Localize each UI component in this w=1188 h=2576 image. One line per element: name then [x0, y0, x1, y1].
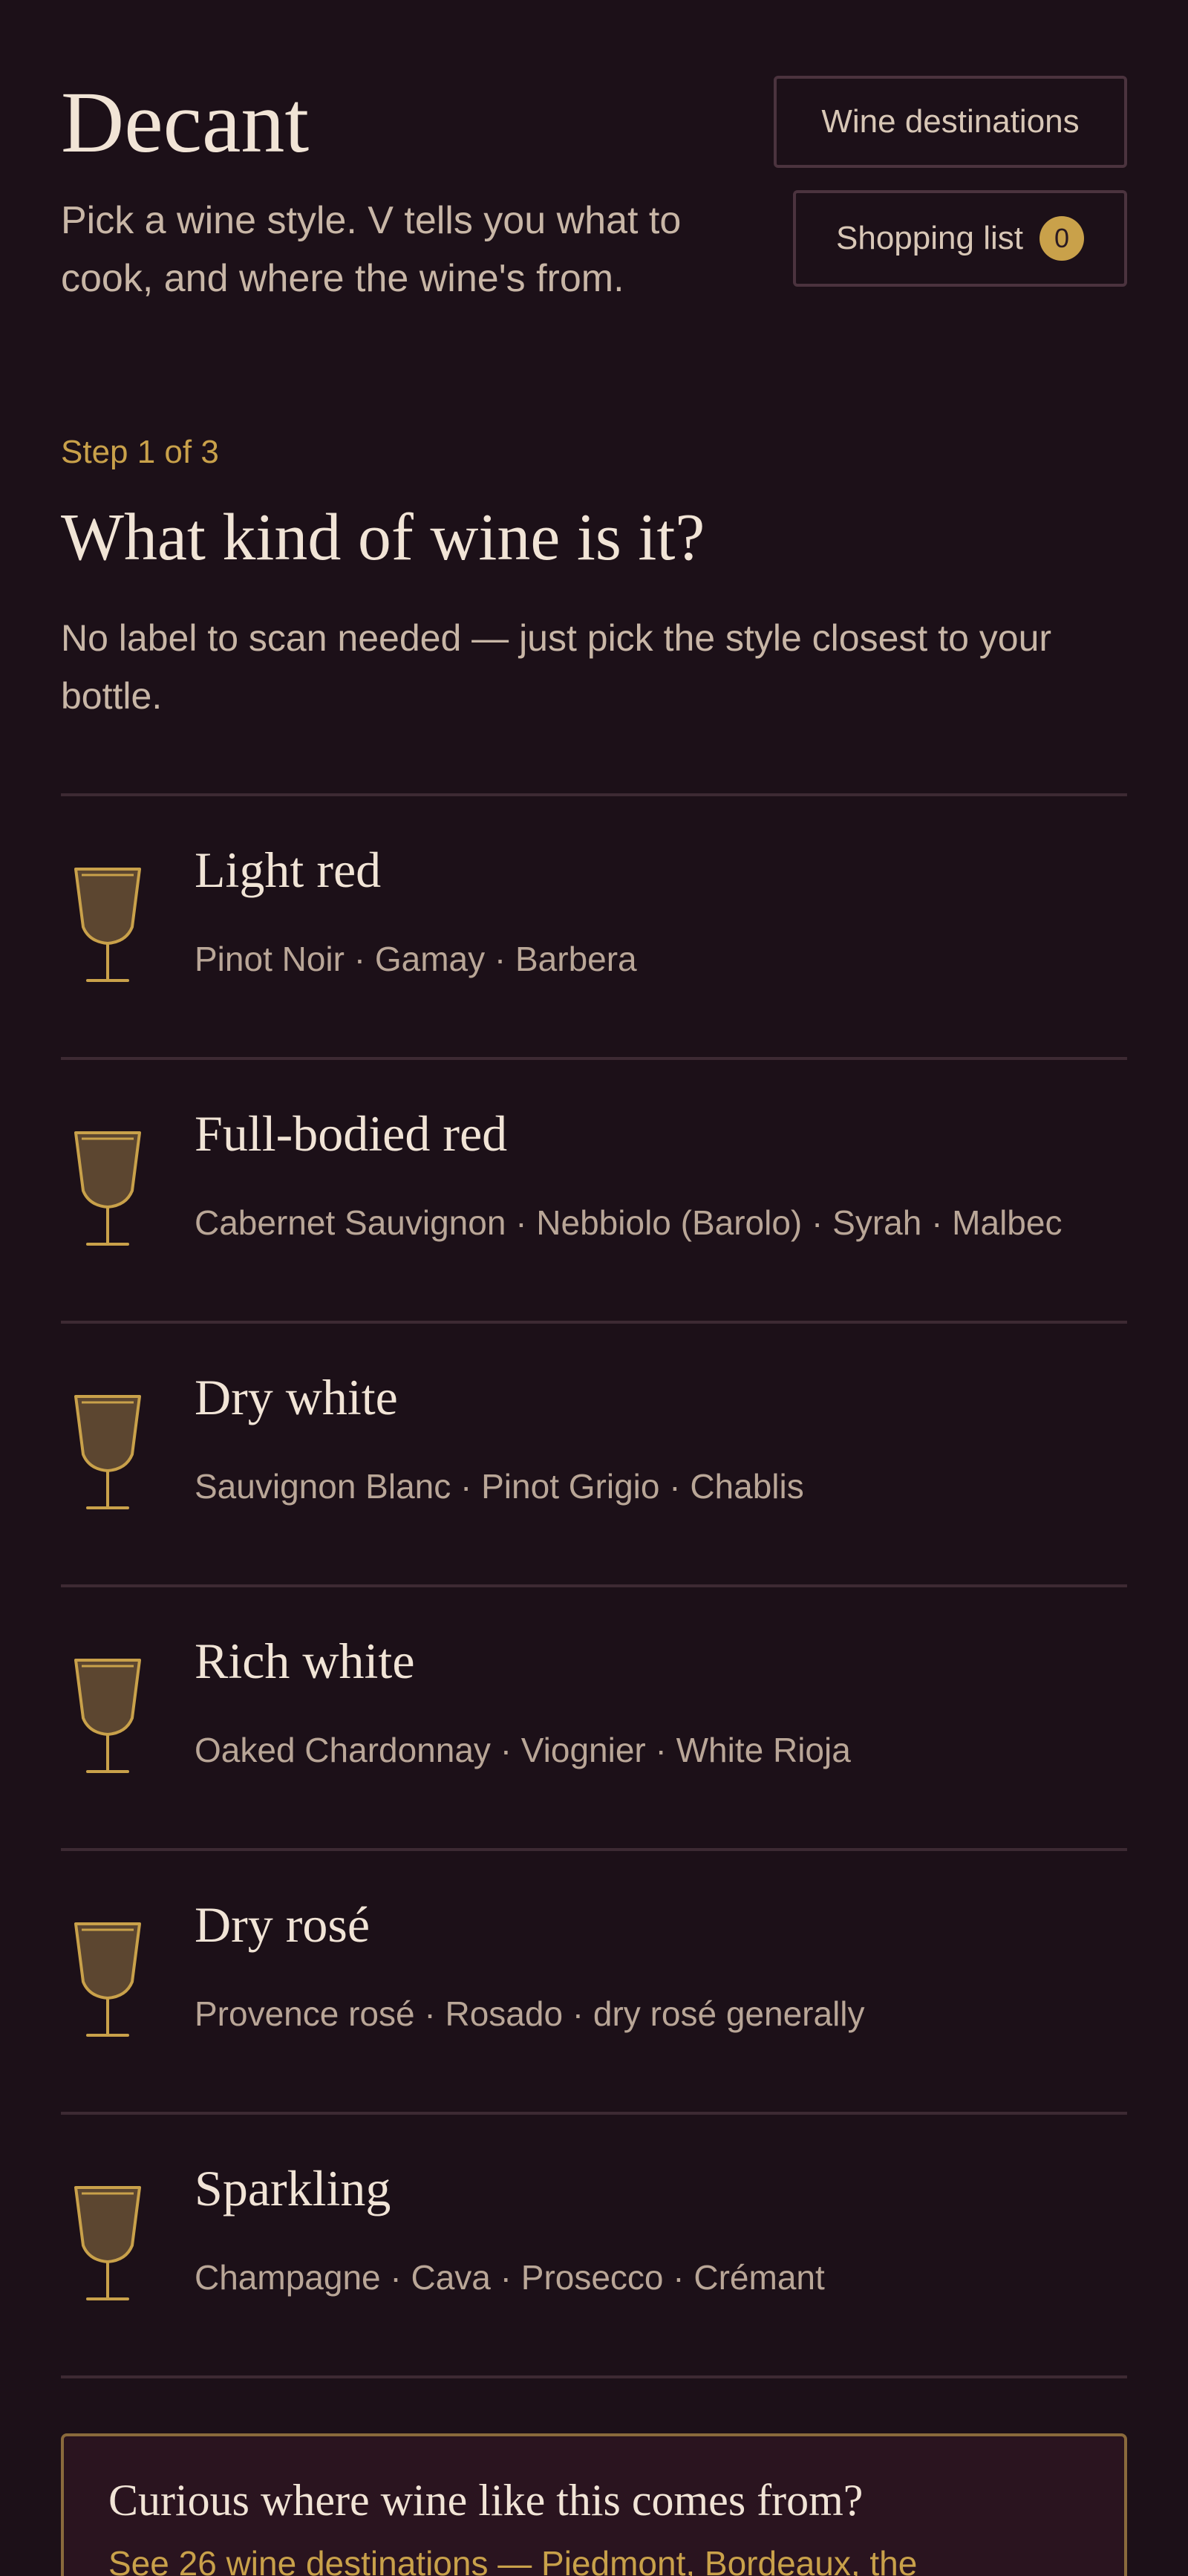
app-title: Decant — [61, 74, 310, 171]
shopping-count-badge: 0 — [1039, 216, 1084, 261]
wine-style-rich-white[interactable]: Rich white Oaked Chardonnay · Viognier ·… — [61, 1587, 1127, 1851]
wine-style-name: Dry white — [195, 1369, 398, 1425]
wine-style-list: Light red Pinot Noir · Gamay · Barbera F… — [61, 793, 1127, 2378]
wine-style-grapes: Sauvignon Blanc · Pinot Grigio · Chablis — [195, 1467, 804, 1506]
wine-destinations-label: Wine destinations — [821, 103, 1080, 140]
tagline: Pick a wine style. V tells you what to c… — [61, 199, 682, 300]
wine-glass-icon — [74, 1922, 141, 2037]
wine-glass-icon — [74, 1659, 141, 1773]
wine-style-grapes: Cabernet Sauvignon · Nebbiolo (Barolo) ·… — [195, 1203, 1063, 1242]
destinations-link[interactable]: See 26 wine destinations — Piedmont, Bor… — [108, 2543, 917, 2576]
wine-style-name: Light red — [195, 842, 382, 898]
wine-style-grapes: Provence rosé · Rosado · dry rosé genera… — [195, 1994, 865, 2033]
wine-glass-icon — [74, 868, 141, 982]
step-description: No label to scan needed — just pick the … — [61, 617, 1052, 717]
wine-style-grapes: Champagne · Cava · Prosecco · Crémant — [195, 2258, 825, 2297]
wine-glass-icon — [74, 1395, 141, 1509]
wine-style-grapes: Pinot Noir · Gamay · Barbera — [195, 940, 637, 978]
wine-style-name: Full-bodied red — [195, 1105, 508, 1162]
wine-destinations-button[interactable]: Wine destinations — [774, 76, 1127, 168]
wine-glass-icon — [74, 1131, 141, 1246]
wine-style-name: Dry rosé — [195, 1896, 371, 1953]
step-title: What kind of wine is it? — [61, 501, 705, 574]
destinations-callout[interactable]: Curious where wine like this comes from?… — [61, 2433, 1127, 2576]
wine-style-name: Rich white — [195, 1633, 415, 1689]
shopping-list-label: Shopping list — [836, 220, 1023, 256]
step-indicator: Step 1 of 3 — [61, 434, 219, 470]
wine-glass-icon — [74, 2186, 141, 2300]
wine-style-dry-rose[interactable]: Dry rosé Provence rosé · Rosado · dry ro… — [61, 1851, 1127, 2115]
wine-style-grapes: Oaked Chardonnay · Viognier · White Rioj… — [195, 1731, 851, 1769]
wine-style-full-bodied-red[interactable]: Full-bodied red Cabernet Sauvignon · Neb… — [61, 1060, 1127, 1324]
wine-style-sparkling[interactable]: Sparkling Champagne · Cava · Prosecco · … — [61, 2115, 1127, 2378]
callout-title: Curious where wine like this comes from? — [108, 2476, 864, 2525]
wine-style-dry-white[interactable]: Dry white Sauvignon Blanc · Pinot Grigio… — [61, 1324, 1127, 1587]
wine-style-name: Sparkling — [195, 2160, 391, 2216]
wine-style-light-red[interactable]: Light red Pinot Noir · Gamay · Barbera — [61, 796, 1127, 1060]
shopping-list-button[interactable]: Shopping list 0 — [793, 190, 1127, 287]
